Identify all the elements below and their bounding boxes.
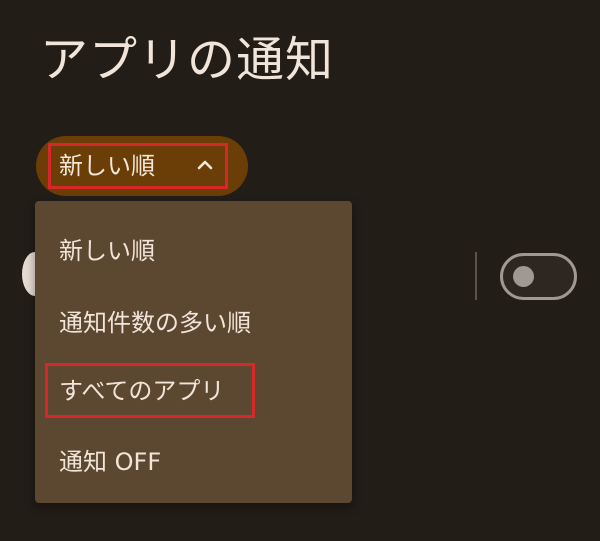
chevron-up-icon — [194, 154, 216, 176]
menu-item-most-notifications[interactable]: 通知件数の多い順 — [35, 287, 352, 357]
sort-menu: 新しい順 通知件数の多い順 すべてのアプリ 通知 OFF — [35, 201, 352, 503]
sort-chip-content: 新しい順 — [47, 144, 259, 188]
sort-chip-label: 新しい順 — [59, 152, 155, 180]
menu-item-label: 通知 OFF — [59, 448, 162, 476]
row-divider — [475, 252, 477, 300]
menu-item-all-apps[interactable]: すべてのアプリ — [35, 355, 352, 425]
menu-item-notifications-off[interactable]: 通知 OFF — [35, 426, 352, 496]
toggle-knob — [513, 266, 534, 287]
menu-item-newest[interactable]: 新しい順 — [35, 215, 352, 285]
page-title: アプリの通知 — [40, 32, 335, 88]
app-notifications-screen: アプリの通知 新しい順 新しい順 通知件数の多い順 すべてのアプリ 通知 OFF — [0, 0, 600, 541]
app-notification-toggle[interactable] — [500, 253, 577, 300]
menu-item-label: すべてのアプリ — [59, 377, 225, 405]
sort-dropdown-chip[interactable]: 新しい順 — [36, 136, 248, 196]
menu-item-label: 新しい順 — [59, 237, 155, 265]
menu-item-label: 通知件数の多い順 — [59, 309, 251, 337]
